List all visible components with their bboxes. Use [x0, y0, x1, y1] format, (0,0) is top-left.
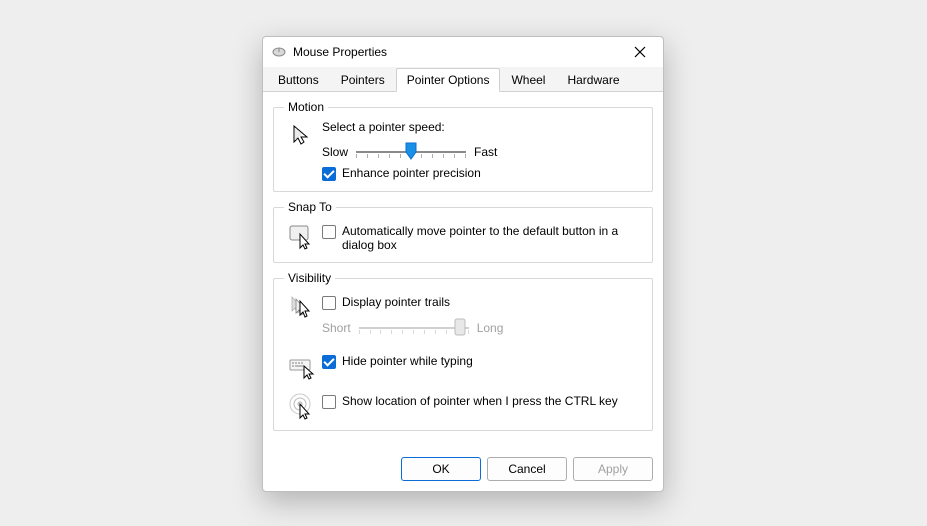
- tab-pointers[interactable]: Pointers: [330, 68, 396, 92]
- trails-icon: [288, 293, 316, 321]
- pointer-speed-slider[interactable]: [356, 142, 466, 162]
- apply-button: Apply: [573, 457, 653, 481]
- motion-cursor-icon: [288, 122, 316, 150]
- trails-label: Display pointer trails: [342, 295, 450, 309]
- snapto-icon: [288, 222, 316, 250]
- tab-strip: Buttons Pointers Pointer Options Wheel H…: [263, 67, 663, 92]
- mouse-properties-dialog: Mouse Properties Buttons Pointers Pointe…: [262, 36, 664, 492]
- cancel-button[interactable]: Cancel: [487, 457, 567, 481]
- tab-buttons[interactable]: Buttons: [267, 68, 330, 92]
- snapto-legend: Snap To: [284, 200, 336, 214]
- snapto-checkbox[interactable]: Automatically move pointer to the defaul…: [322, 224, 644, 252]
- snapto-input[interactable]: [322, 225, 336, 239]
- visibility-group: Visibility Display pointer trails: [273, 271, 653, 431]
- ctrl-locate-input[interactable]: [322, 395, 336, 409]
- trails-long-label: Long: [477, 321, 504, 335]
- hide-typing-icon: [288, 352, 316, 380]
- titlebar: Mouse Properties: [263, 37, 663, 67]
- mouse-icon: [271, 46, 287, 58]
- tab-pointer-options[interactable]: Pointer Options: [396, 68, 501, 92]
- trails-slider: [359, 318, 469, 338]
- snapto-label: Automatically move pointer to the defaul…: [342, 224, 644, 252]
- ctrl-locate-checkbox[interactable]: Show location of pointer when I press th…: [322, 394, 644, 409]
- enhance-precision-input[interactable]: [322, 167, 336, 181]
- window-title: Mouse Properties: [293, 45, 625, 59]
- enhance-precision-checkbox[interactable]: Enhance pointer precision: [322, 166, 644, 181]
- enhance-precision-label: Enhance pointer precision: [342, 166, 481, 180]
- ok-button[interactable]: OK: [401, 457, 481, 481]
- visibility-legend: Visibility: [284, 271, 335, 285]
- dialog-footer: OK Cancel Apply: [401, 457, 653, 481]
- tab-hardware[interactable]: Hardware: [556, 68, 630, 92]
- trails-short-label: Short: [322, 321, 351, 335]
- pointer-speed-thumb[interactable]: [405, 142, 417, 160]
- hide-typing-checkbox[interactable]: Hide pointer while typing: [322, 354, 644, 369]
- tab-content: Motion Select a pointer speed: Slow: [263, 92, 663, 431]
- motion-legend: Motion: [284, 100, 328, 114]
- hide-typing-label: Hide pointer while typing: [342, 354, 473, 368]
- pointer-speed-label: Select a pointer speed:: [322, 120, 644, 134]
- slow-label: Slow: [322, 145, 348, 159]
- ctrl-locate-icon: [288, 392, 316, 420]
- snapto-group: Snap To Automatically move pointer to th…: [273, 200, 653, 263]
- motion-group: Motion Select a pointer speed: Slow: [273, 100, 653, 192]
- ctrl-locate-label: Show location of pointer when I press th…: [342, 394, 618, 408]
- close-button[interactable]: [625, 37, 655, 67]
- trails-input[interactable]: [322, 296, 336, 310]
- hide-typing-input[interactable]: [322, 355, 336, 369]
- tab-wheel[interactable]: Wheel: [500, 68, 556, 92]
- trails-checkbox[interactable]: Display pointer trails: [322, 295, 644, 310]
- trails-thumb: [454, 318, 466, 336]
- fast-label: Fast: [474, 145, 497, 159]
